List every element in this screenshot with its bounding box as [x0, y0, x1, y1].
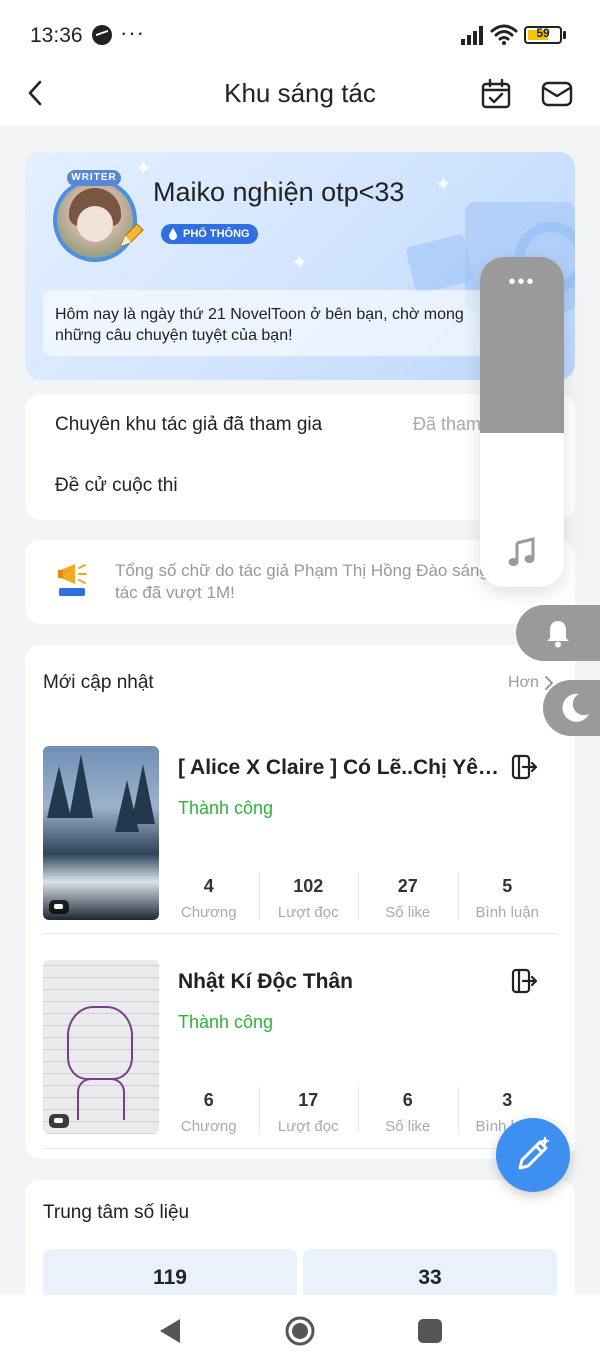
write-button[interactable] — [496, 1118, 570, 1192]
book-status: Thành công — [178, 798, 274, 818]
book-item[interactable]: Nhật Kí Độc Thân Thành công 6 Chương 17 … — [43, 960, 557, 1150]
moon-icon — [562, 693, 589, 722]
book-stats: 4 Chương 102 Lượt đọc 27 Số like 5 Bình … — [159, 872, 558, 921]
chat-icon — [49, 1114, 69, 1128]
droplet-icon — [169, 228, 177, 240]
book-title[interactable]: Nhật Kí Độc Thân — [178, 970, 508, 994]
nav-recents-icon[interactable] — [418, 1319, 442, 1343]
status-time: 13:36 — [30, 24, 83, 47]
more-link[interactable]: Hơn — [508, 674, 539, 692]
edit-icon — [518, 1136, 550, 1170]
battery-level: 59 — [536, 26, 550, 40]
writer-badge: WRITER — [67, 170, 121, 186]
bell-icon — [547, 621, 569, 648]
book-stats: 6 Chương 17 Lượt đọc 6 Số like 3 Bình lu… — [159, 1086, 557, 1135]
book-status: Thành công — [178, 1012, 274, 1032]
night-mode-toggle[interactable] — [543, 680, 600, 736]
book-cover[interactable] — [43, 960, 159, 1134]
stat-reads: 102 Lượt đọc — [258, 872, 359, 921]
calendar-icon[interactable] — [480, 78, 512, 110]
joined-zone-label: Chuyên khu tác giả đã tham gia — [55, 414, 323, 435]
messenger-icon — [92, 25, 112, 45]
book-cover[interactable] — [43, 746, 159, 920]
username: Maiko nghiện otp<33 — [153, 177, 405, 207]
data-stat-value: 119 — [153, 1266, 187, 1289]
chat-icon — [49, 900, 69, 914]
wifi-icon — [490, 24, 518, 45]
stat-chapters: 6 Chương — [180, 1090, 237, 1135]
divider — [43, 1148, 557, 1149]
status-more-icon: ··· — [120, 20, 145, 45]
book-title[interactable]: [ Alice X Claire ] Có Lẽ..Chị Yêu Em — [178, 756, 508, 780]
side-panel-header: ••• — [480, 257, 564, 433]
music-icon[interactable] — [508, 537, 536, 567]
greeting-text: Hôm nay là ngày thứ 21 NovelToon ở bên b… — [55, 306, 464, 344]
stat-likes: 6 Số like — [358, 1086, 458, 1135]
share-icon[interactable] — [509, 966, 539, 996]
notification-toggle[interactable] — [516, 605, 600, 661]
avatar[interactable]: WRITER — [45, 166, 145, 264]
pen-icon — [119, 223, 144, 248]
more-icon[interactable]: ••• — [480, 271, 564, 294]
sparkle-icon: ✦ — [291, 252, 308, 274]
signal-icon — [461, 26, 483, 45]
stat-chapters: 4 Chương — [180, 876, 237, 921]
nav-home-icon[interactable] — [284, 1315, 316, 1347]
nav-back-icon[interactable] — [158, 1317, 182, 1345]
divider — [43, 933, 557, 934]
data-center-title: Trung tâm số liệu — [43, 1202, 190, 1223]
status-bar: 13:36 ··· 59 — [0, 0, 600, 64]
stat-likes: 27 Số like — [358, 872, 458, 921]
mail-icon[interactable] — [540, 78, 574, 110]
megaphone-icon — [58, 564, 87, 596]
tier-badge: PHỔ THÔNG — [161, 224, 258, 244]
system-nav-bar — [0, 1295, 600, 1367]
stat-comments: 5 Bình luận — [457, 872, 558, 921]
battery-icon: 59 — [524, 26, 562, 44]
announcement-text: Tổng số chữ do tác giả Phạm Thị Hồng Đào… — [115, 561, 489, 602]
contest-label: Đề cử cuộc thi — [55, 475, 178, 496]
app-header: Khu sáng tác — [0, 64, 600, 126]
share-icon[interactable] — [509, 752, 539, 782]
stat-reads: 17 Lượt đọc — [258, 1086, 359, 1135]
data-stat-value: 33 — [418, 1266, 442, 1289]
recent-updates-title: Mới cập nhật — [43, 672, 154, 693]
sparkle-icon: ✦ — [435, 174, 452, 196]
recent-updates-card: Mới cập nhật Hơn [ Alice X Claire ] Có L… — [25, 645, 575, 1159]
book-item[interactable]: [ Alice X Claire ] Có Lẽ..Chị Yêu Em Thà… — [43, 746, 557, 936]
floating-side-panel[interactable]: ••• — [480, 257, 564, 587]
tier-label: PHỔ THÔNG — [183, 228, 250, 240]
